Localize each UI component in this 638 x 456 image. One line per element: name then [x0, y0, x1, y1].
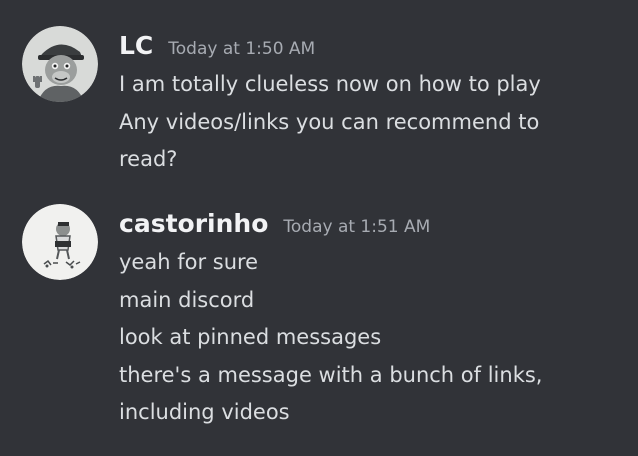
chat-messages: LC Today at 1:50 AM I am totally clueles…	[0, 0, 638, 456]
message-text: Any videos/links you can recommend to	[119, 109, 540, 134]
username[interactable]: castorinho	[119, 204, 268, 244]
message-text: main discord	[119, 287, 255, 312]
message-text: yeah for sure	[119, 250, 259, 274]
message-text: I am totally clueless now on how to play	[119, 72, 541, 96]
message-text: there's a message with a bunch of links,	[119, 362, 543, 387]
timestamp[interactable]: Today at 1:51 AM	[283, 207, 430, 247]
message-content: castorinho Today at 1:51 AM yeah for sur…	[119, 204, 619, 432]
message-text: look at pinned messages	[119, 325, 382, 349]
message-header: LC Today at 1:50 AM	[119, 26, 619, 66]
message-content: LC Today at 1:50 AM I am totally clueles…	[119, 26, 619, 179]
message-text: read?	[119, 147, 178, 171]
timestamp[interactable]: Today at 1:50 AM	[168, 29, 315, 69]
message-text: including videos	[119, 400, 290, 424]
username[interactable]: LC	[119, 26, 153, 66]
sketch-avatar-icon[interactable]	[22, 204, 98, 280]
message-header: castorinho Today at 1:51 AM	[119, 204, 619, 244]
ape-avatar-icon[interactable]	[22, 26, 98, 102]
